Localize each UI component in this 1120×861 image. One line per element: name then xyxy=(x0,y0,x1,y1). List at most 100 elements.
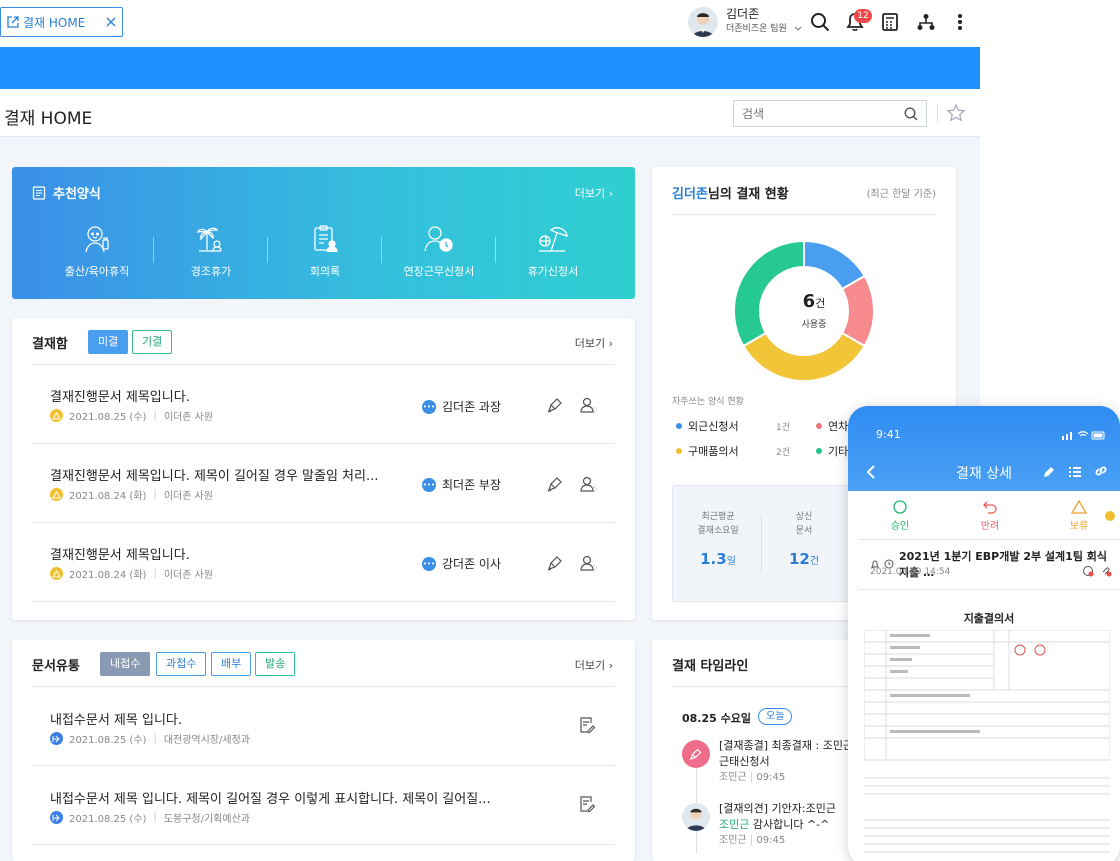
recommend-item-label: 경조휴가 xyxy=(190,265,232,278)
divider xyxy=(937,104,938,124)
more-dots-icon: ••• xyxy=(422,477,436,492)
legend-count: 1건 xyxy=(776,423,791,433)
donut-center: 6건 사용중 xyxy=(769,291,859,330)
tab-completed[interactable]: 기결 xyxy=(132,330,173,354)
user-list-icon[interactable] xyxy=(579,396,599,414)
sign-pen-icon[interactable] xyxy=(546,475,564,493)
calculator-icon[interactable] xyxy=(878,10,902,34)
more-dots-icon: ••• xyxy=(422,399,436,414)
stat-submitted: 상신 문서 12건 xyxy=(788,512,820,568)
document-flow-card: 문서유통 내접수 과접수 배부 발송 더보기 › 내접수문서 제목 입니다. 2… xyxy=(12,640,635,861)
user-name: 김더존 xyxy=(726,7,760,21)
user-list-icon[interactable] xyxy=(579,554,599,572)
warning-icon xyxy=(50,488,63,501)
more-dots-icon: ••• xyxy=(422,556,436,571)
search-box[interactable] xyxy=(733,100,927,127)
approval-box-card: 결재함 미결 기결 더보기 › 결재진행문서 제목입니다. 2021.08.25… xyxy=(12,318,635,620)
hold-button[interactable]: 보류 xyxy=(1049,500,1109,532)
row-author: 이더존 사원 xyxy=(163,412,213,423)
center-value: 6 xyxy=(802,291,816,312)
edit-icon[interactable] xyxy=(1042,465,1056,479)
recommend-more-link[interactable]: 더보기 › xyxy=(575,185,613,201)
baby-icon xyxy=(42,223,152,255)
recommend-item-family-leave[interactable]: 경조휴가 xyxy=(156,223,266,279)
row-approver: 김더존 과장 xyxy=(442,400,502,414)
sign-pen-icon[interactable] xyxy=(546,554,564,572)
edit-document-icon[interactable] xyxy=(579,795,595,813)
more-vertical-icon[interactable] xyxy=(948,10,972,34)
phone-date: 2021.03.09 14:54 xyxy=(870,567,951,577)
recommend-item-minutes[interactable]: 회의록 xyxy=(270,223,380,279)
recommend-item-label: 회의록 xyxy=(309,265,341,278)
row-date: 2021.08.24 (화) xyxy=(69,570,147,581)
document-icon xyxy=(32,185,46,200)
header-banner xyxy=(0,47,980,89)
recommend-item-maternity[interactable]: 출산/육아휴직 xyxy=(42,223,152,279)
search-icon[interactable] xyxy=(904,106,918,121)
tab-pending[interactable]: 미결 xyxy=(88,330,129,354)
row-title: 결재진행문서 제목입니다. xyxy=(50,548,190,563)
warning-icon xyxy=(50,409,63,422)
status-bar-icons xyxy=(1062,430,1106,440)
edit-document-icon[interactable] xyxy=(579,716,595,734)
mobile-preview: 9:41 결재 상세 승인 반려 보류 2021년 1분기 EBP개발 2부 설… xyxy=(848,406,1120,861)
row-title: 결재진행문서 제목입니다. xyxy=(50,390,190,405)
avatar xyxy=(682,803,710,831)
row-date: 2021.08.25 (수) xyxy=(69,814,147,825)
palm-tree-icon xyxy=(156,223,266,255)
tab-distribute[interactable]: 배부 xyxy=(211,652,252,676)
recommend-item-overtime[interactable]: 연장근무신청서 xyxy=(384,223,494,279)
sign-pen-icon xyxy=(682,740,710,768)
recommend-item-label: 휴가신청서 xyxy=(527,265,579,278)
legend-count: 2건 xyxy=(776,448,791,458)
document-form-lines xyxy=(864,630,1110,853)
chevron-down-icon xyxy=(794,26,802,32)
status-user-name: 김더존 xyxy=(672,187,708,202)
status-period: (최근 한달 기준) xyxy=(866,189,936,200)
row-date: 2021.08.25 (수) xyxy=(69,412,147,423)
star-icon[interactable] xyxy=(946,103,966,123)
tab-approval-home[interactable]: 결재 HOME xyxy=(0,7,123,37)
row-author: 이더존 사원 xyxy=(163,491,213,502)
approval-box-title: 결재함 xyxy=(32,337,68,352)
comment-icon[interactable] xyxy=(1082,565,1094,577)
attachment-icon[interactable] xyxy=(1100,565,1112,577)
tab-dept-receipt[interactable]: 과접수 xyxy=(156,652,207,676)
freq-label: 자주쓰는 양식 현황 xyxy=(672,397,744,407)
user-list-icon[interactable] xyxy=(579,475,599,493)
row-approver: 최더존 부장 xyxy=(442,478,502,492)
timeline-title: 결재 타임라인 xyxy=(672,659,749,674)
recommend-item-vacation[interactable]: 휴가신청서 xyxy=(498,223,608,279)
reject-button[interactable]: 반려 xyxy=(960,500,1020,532)
document-preview: 지출결의서 xyxy=(858,589,1120,861)
recommend-card: 추천양식 더보기 › 출산/육아휴직 경조휴가 회의록 연장근무신청서 휴가신청… xyxy=(12,167,635,299)
today-badge: 오늘 xyxy=(758,708,793,725)
timeline-item[interactable]: [결재종결] 최종결재 : 조민근 근태신청서 조민근 | 09:45 xyxy=(719,738,853,786)
user-menu[interactable]: 김더존 더존비즈온 팀원 xyxy=(688,4,802,40)
beach-icon xyxy=(498,223,608,255)
close-icon[interactable] xyxy=(106,17,116,27)
sign-pen-icon[interactable] xyxy=(546,396,564,414)
donut-slice-2 xyxy=(742,331,866,381)
chevron-right-icon: › xyxy=(608,187,613,200)
timeline-item[interactable]: [결재의견] 기안자:조민근 조민근 감사합니다 ^-^ 조민근 | 09:45 xyxy=(719,801,836,849)
docflow-more-link[interactable]: 더보기 › xyxy=(575,657,613,673)
tab-send[interactable]: 발송 xyxy=(255,652,296,676)
search-input[interactable] xyxy=(742,106,892,121)
center-unit: 건 xyxy=(815,297,826,310)
hold-badge xyxy=(1105,511,1115,521)
approve-button[interactable]: 승인 xyxy=(870,500,930,532)
search-icon[interactable] xyxy=(808,10,832,34)
tab-my-receipt[interactable]: 내접수 xyxy=(100,652,151,676)
legend-item: 연차 xyxy=(816,418,848,434)
org-chart-icon[interactable] xyxy=(914,10,938,34)
external-link-icon xyxy=(7,16,19,28)
tab-label: 결재 HOME xyxy=(23,15,86,30)
legend-item: 구매품의서 xyxy=(676,443,739,459)
approval-more-link[interactable]: 더보기 › xyxy=(575,335,613,351)
list-icon[interactable] xyxy=(1068,465,1082,479)
row-approver: 강더존 이사 xyxy=(442,557,502,571)
link-icon[interactable] xyxy=(1094,464,1108,478)
status-title: 님의 결재 현황 xyxy=(707,187,789,202)
avatar xyxy=(688,7,718,37)
